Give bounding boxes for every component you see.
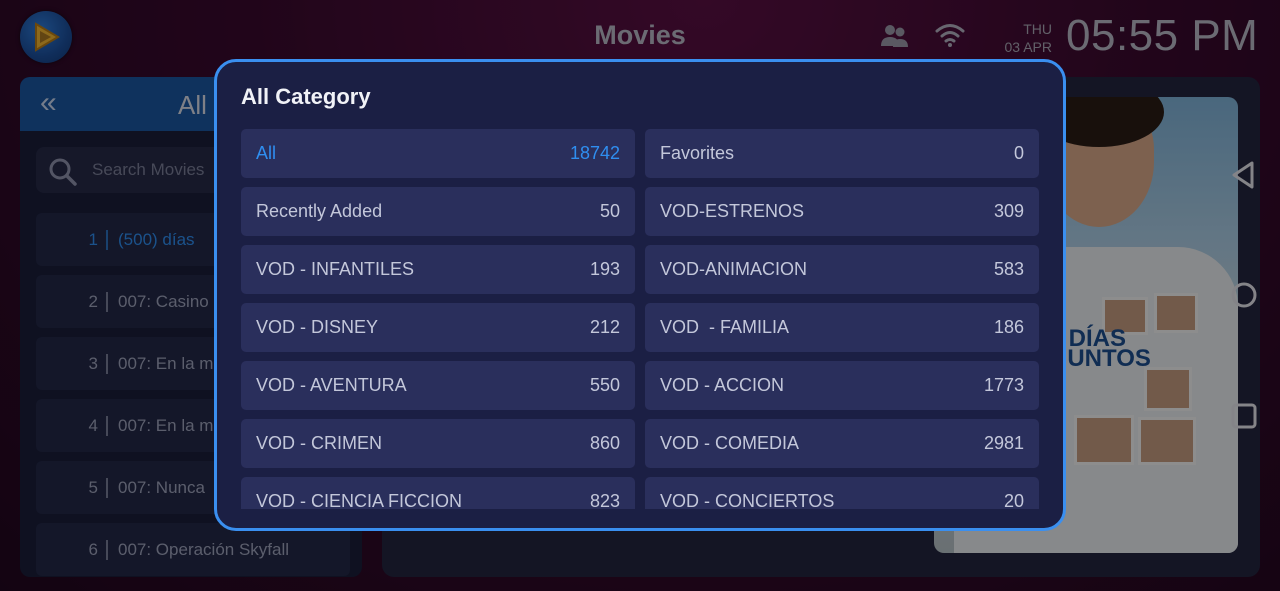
category-count: 18742 (569, 143, 620, 163)
category-item[interactable]: VOD - DISNEY 212 (241, 303, 635, 352)
category-count: 1773 (983, 375, 1024, 395)
category-name: All (256, 143, 277, 163)
category-name: VOD - CONCIERTOS (660, 491, 835, 509)
category-name: VOD - AVENTURA (256, 375, 407, 395)
category-item[interactable]: VOD - INFANTILES 193 (241, 245, 635, 294)
category-name: VOD - ACCION (660, 375, 785, 395)
category-count: 2981 (983, 433, 1024, 453)
category-count: 193 (589, 259, 620, 279)
category-name: Favorites (660, 143, 735, 163)
category-name: VOD-ESTRENOS (660, 201, 805, 221)
category-item[interactable]: VOD - AVENTURA 550 (241, 361, 635, 410)
category-grid: All 18742 Favorites 0 Recently Added 50 VOD… (241, 129, 1041, 509)
category-item[interactable]: VOD - ACCION 1773 (645, 361, 1039, 410)
category-item[interactable]: VOD-ANIMACION 583 (645, 245, 1039, 294)
category-count: 0 (1013, 143, 1024, 163)
category-name: VOD - FAMILIA (660, 317, 790, 337)
category-name: Recently Added (256, 201, 383, 221)
category-count: 186 (993, 317, 1024, 337)
category-name: VOD-ANIMACION (660, 259, 808, 279)
dialog-title: All Category (241, 84, 371, 109)
category-count: 550 (589, 375, 620, 395)
category-item[interactable]: VOD - CONCIERTOS 20 (645, 477, 1039, 509)
category-count: 309 (993, 201, 1024, 221)
category-item[interactable]: Favorites 0 (645, 129, 1039, 178)
category-count: 583 (993, 259, 1024, 279)
category-name: VOD - INFANTILES (256, 259, 415, 279)
category-dialog: All Category All 18742 Favorites 0 Recentl… (214, 59, 1066, 531)
category-count: 823 (589, 491, 620, 509)
category-name: VOD - CRIMEN (256, 433, 382, 453)
category-name: VOD - COMEDIA (660, 433, 800, 453)
category-scroll-area[interactable]: All 18742 Favorites 0 Recently Added 50 VOD… (241, 129, 1041, 509)
category-item[interactable]: VOD - FAMILIA 186 (645, 303, 1039, 352)
category-count: 860 (589, 433, 620, 453)
category-count: 20 (1003, 491, 1024, 509)
category-item[interactable]: VOD - COMEDIA 2981 (645, 419, 1039, 468)
category-item[interactable]: VOD-ESTRENOS 309 (645, 187, 1039, 236)
category-item[interactable]: Recently Added 50 (241, 187, 635, 236)
category-name: VOD - CIENCIA FICCION (256, 491, 463, 509)
category-count: 212 (589, 317, 620, 337)
category-name: VOD - DISNEY (256, 317, 379, 337)
category-item[interactable]: All 18742 (241, 129, 635, 178)
category-count: 50 (599, 201, 620, 221)
category-item[interactable]: VOD - CRIMEN 860 (241, 419, 635, 468)
category-item[interactable]: VOD - CIENCIA FICCION 823 (241, 477, 635, 509)
